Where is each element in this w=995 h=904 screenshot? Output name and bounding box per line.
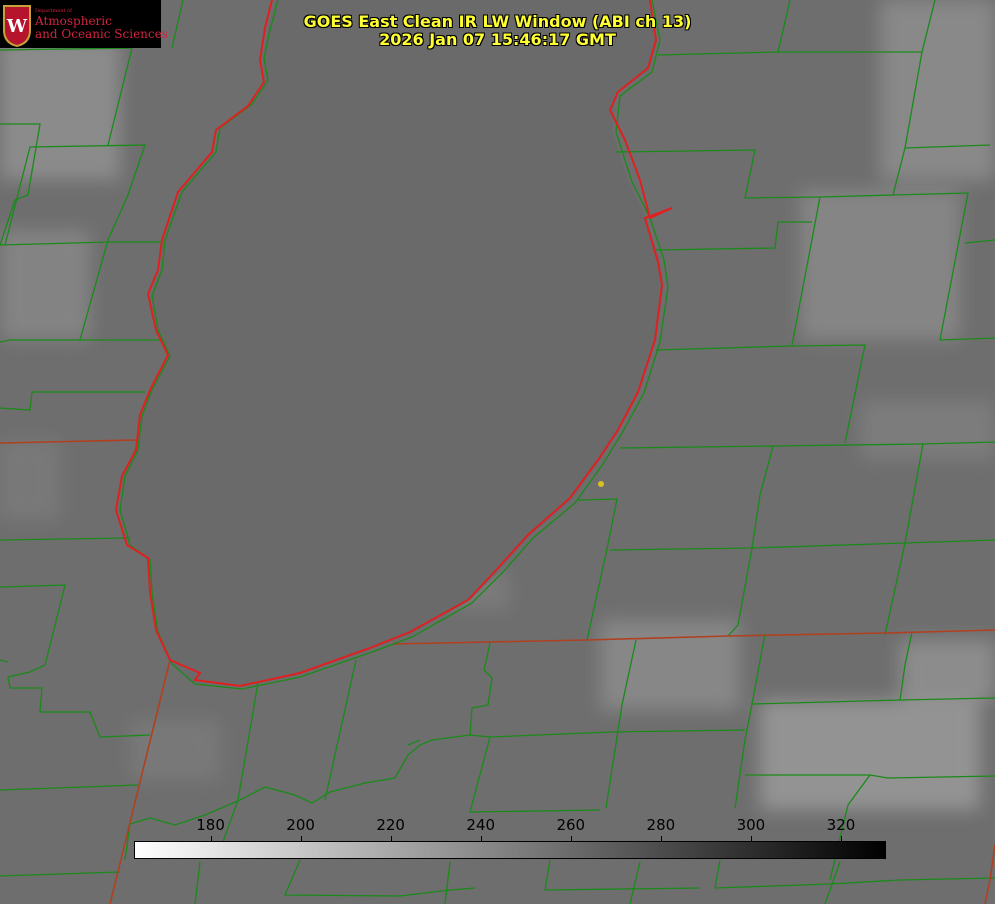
colorbar-tick — [660, 836, 662, 842]
colorbar-tick — [480, 836, 482, 842]
image-title: GOES East Clean IR LW Window (ABI ch 13) — [303, 12, 692, 31]
satellite-map[interactable] — [0, 0, 995, 904]
colorbar-tick — [390, 836, 392, 842]
colorbar-tick — [840, 836, 842, 842]
image-timestamp: 2026 Jan 07 15:46:17 GMT — [379, 30, 616, 49]
colorbar-tick-label: 300 — [736, 816, 766, 834]
colorbar-tick-label: 260 — [556, 816, 586, 834]
colorbar-tick-label: 240 — [466, 816, 496, 834]
colorbar-tick-label: 280 — [646, 816, 676, 834]
colorbar-tick — [750, 836, 752, 842]
colorbar-tick-label: 220 — [376, 816, 405, 834]
colorbar-tick-label: 200 — [286, 816, 315, 834]
colorbar-tick-label: 180 — [196, 816, 225, 834]
colorbar-tick-label: 320 — [826, 816, 856, 834]
colorbar-tick — [300, 836, 302, 842]
station-marker — [598, 481, 604, 487]
colorbar-tick — [210, 836, 212, 842]
colorbar — [134, 841, 886, 859]
colorbar-tick — [570, 836, 572, 842]
